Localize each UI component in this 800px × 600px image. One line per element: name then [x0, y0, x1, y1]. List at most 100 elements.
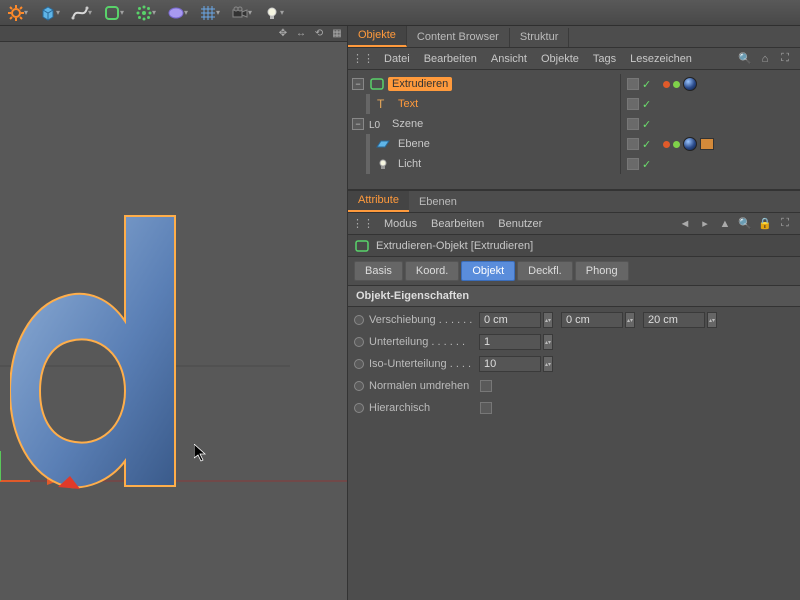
menu-edit[interactable]: Bearbeiten: [424, 53, 477, 65]
viewport[interactable]: ✥ ↔ ⟲ ▦: [0, 26, 348, 600]
prop-hierarchical: Hierarchisch: [354, 397, 794, 419]
visibility-check-icon[interactable]: ✓: [642, 118, 651, 131]
prop-movement: Verschiebung . . . . . . 0 cm ▴▾ 0 cm ▴▾…: [354, 309, 794, 331]
subtab-caps[interactable]: Deckfl.: [517, 261, 573, 281]
grip-icon[interactable]: ⋮⋮: [356, 217, 370, 231]
dropdown-arrow-icon[interactable]: ▾: [120, 8, 130, 18]
object-manager-tabs: Objekte Content Browser Struktur: [348, 26, 800, 48]
lock-icon[interactable]: 🔒: [758, 217, 772, 231]
layer-flag-icon[interactable]: [627, 98, 639, 110]
search-icon[interactable]: 🔍: [738, 217, 752, 231]
layer-flag-icon[interactable]: [627, 158, 639, 170]
spinner-icon[interactable]: ▴▾: [625, 312, 635, 328]
dropdown-arrow-icon[interactable]: ▾: [56, 8, 66, 18]
grip-icon[interactable]: ⋮⋮: [356, 52, 370, 66]
subtab-basis[interactable]: Basis: [354, 261, 403, 281]
subtab-object[interactable]: Objekt: [461, 261, 515, 281]
menu-mode[interactable]: Modus: [384, 218, 417, 230]
svg-text:T: T: [377, 97, 385, 111]
tab-content-browser[interactable]: Content Browser: [407, 28, 510, 47]
tree-row-text[interactable]: T Text ✓: [348, 94, 800, 114]
prop-flip-normals: Normalen umdrehen: [354, 375, 794, 397]
expand-icon[interactable]: ⛶: [778, 52, 792, 66]
visibility-check-icon[interactable]: ✓: [642, 98, 651, 111]
menu-view[interactable]: Ansicht: [491, 53, 527, 65]
nav-fwd-icon[interactable]: ▸: [698, 217, 712, 231]
menu-user[interactable]: Benutzer: [498, 218, 542, 230]
compositing-tag-icon[interactable]: [700, 138, 714, 150]
material-tag-icon[interactable]: [683, 137, 697, 151]
dropdown-arrow-icon[interactable]: ▾: [216, 8, 226, 18]
dropdown-arrow-icon[interactable]: ▾: [184, 8, 194, 18]
tab-layers[interactable]: Ebenen: [409, 193, 467, 212]
tree-row-light[interactable]: Licht ✓: [348, 154, 800, 174]
subtab-phong[interactable]: Phong: [575, 261, 629, 281]
anim-dot-icon[interactable]: [354, 381, 364, 391]
dropdown-arrow-icon[interactable]: ▾: [280, 8, 290, 18]
expand-icon[interactable]: ⛶: [778, 217, 792, 231]
viewport-object-letter-d[interactable]: [10, 191, 180, 491]
tree-collapse-icon[interactable]: −: [352, 78, 364, 90]
render-visibility-dot-icon[interactable]: [673, 141, 680, 148]
cursor-icon: [194, 444, 208, 462]
anim-dot-icon[interactable]: [354, 359, 364, 369]
anim-dot-icon[interactable]: [354, 337, 364, 347]
hierarchical-checkbox[interactable]: [480, 402, 492, 414]
tree-label-text[interactable]: Text: [394, 97, 422, 111]
tab-structure[interactable]: Struktur: [510, 28, 570, 47]
anim-dot-icon[interactable]: [354, 403, 364, 413]
main-toolbar: ▾ ▾ ▾ ▾ ▾ ▾ ▾ ▾ ▾: [0, 0, 800, 26]
layer-flag-icon[interactable]: [627, 118, 639, 130]
render-visibility-dot-icon[interactable]: [673, 81, 680, 88]
tab-attributes[interactable]: Attribute: [348, 191, 409, 212]
tree-label-light[interactable]: Licht: [394, 157, 425, 171]
menu-tags[interactable]: Tags: [593, 53, 616, 65]
tree-row-extrude[interactable]: − Extrudieren ✓: [348, 74, 800, 94]
spinner-icon[interactable]: ▴▾: [543, 334, 553, 350]
menu-edit[interactable]: Bearbeiten: [431, 218, 484, 230]
spinner-icon[interactable]: ▴▾: [543, 312, 553, 328]
movement-z-field[interactable]: 20 cm: [643, 312, 705, 328]
anim-dot-icon[interactable]: [354, 315, 364, 325]
tree-collapse-icon[interactable]: −: [352, 118, 364, 130]
tree-label-extrude[interactable]: Extrudieren: [388, 77, 452, 91]
iso-field[interactable]: 10: [479, 356, 541, 372]
editor-visibility-dot-icon[interactable]: [663, 141, 670, 148]
visibility-check-icon[interactable]: ✓: [642, 138, 651, 151]
nav-back-icon[interactable]: ◄: [678, 217, 692, 231]
null-icon: L0: [369, 117, 385, 131]
dropdown-arrow-icon[interactable]: ▾: [88, 8, 98, 18]
visibility-check-icon[interactable]: ✓: [642, 78, 651, 91]
spinner-icon[interactable]: ▴▾: [543, 356, 553, 372]
home-icon[interactable]: ⌂: [758, 52, 772, 66]
tree-row-scene[interactable]: − L0 Szene ✓: [348, 114, 800, 134]
tree-label-plane[interactable]: Ebene: [394, 137, 434, 151]
spinner-icon[interactable]: ▴▾: [707, 312, 717, 328]
flip-normals-checkbox[interactable]: [480, 380, 492, 392]
dropdown-arrow-icon[interactable]: ▾: [152, 8, 162, 18]
tree-label-scene[interactable]: Szene: [388, 117, 427, 131]
material-tag-icon[interactable]: [683, 77, 697, 91]
prop-subdivision: Unterteilung . . . . . . 1 ▴▾: [354, 331, 794, 353]
attribute-subtabs: Basis Koord. Objekt Deckfl. Phong: [348, 257, 800, 286]
tab-objects[interactable]: Objekte: [348, 26, 407, 47]
tree-row-plane[interactable]: Ebene ✓: [348, 134, 800, 154]
menu-bookmarks[interactable]: Lesezeichen: [630, 53, 692, 65]
subtab-coord[interactable]: Koord.: [405, 261, 459, 281]
attribute-manager: Attribute Ebenen ⋮⋮ Modus Bearbeiten Ben…: [348, 190, 800, 600]
menu-objects[interactable]: Objekte: [541, 53, 579, 65]
nav-up-icon[interactable]: ▲: [718, 217, 732, 231]
object-manager-menubar: ⋮⋮ Datei Bearbeiten Ansicht Objekte Tags…: [348, 48, 800, 70]
movement-x-field[interactable]: 0 cm: [479, 312, 541, 328]
menu-file[interactable]: Datei: [384, 53, 410, 65]
extrude-icon: [369, 77, 385, 91]
subdivision-field[interactable]: 1: [479, 334, 541, 350]
movement-y-field[interactable]: 0 cm: [561, 312, 623, 328]
search-icon[interactable]: 🔍: [738, 52, 752, 66]
dropdown-arrow-icon[interactable]: ▾: [24, 8, 34, 18]
editor-visibility-dot-icon[interactable]: [663, 81, 670, 88]
visibility-check-icon[interactable]: ✓: [642, 158, 651, 171]
dropdown-arrow-icon[interactable]: ▾: [248, 8, 258, 18]
layer-flag-icon[interactable]: [627, 138, 639, 150]
layer-flag-icon[interactable]: [627, 78, 639, 90]
